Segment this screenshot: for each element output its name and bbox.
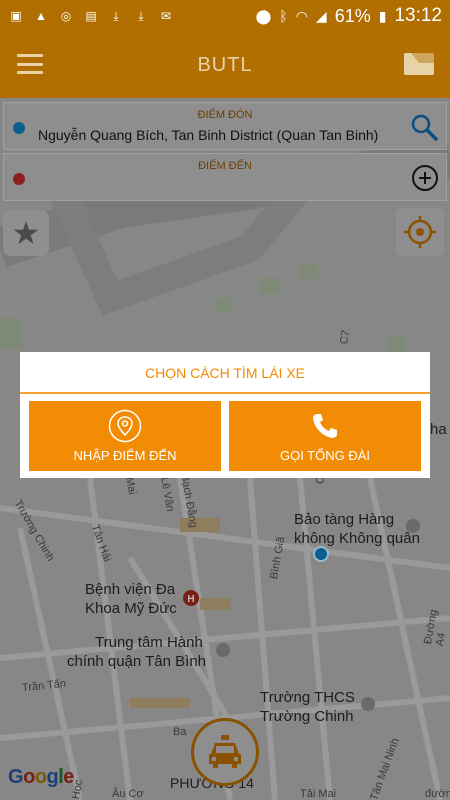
notification-icons: ▣ ▲ ◎ ▤ ⤓ ⤓ ✉ xyxy=(8,8,174,24)
map-label-cutoff: ha xyxy=(430,421,447,438)
pickup-address[interactable]: Nguyễn Quang Bích, Tan Binh District (Qu… xyxy=(38,127,378,143)
svg-text:H: H xyxy=(187,594,194,605)
battery-percent: 61% xyxy=(334,5,371,26)
location-icon: ⬤ xyxy=(255,7,272,24)
street-label: Đường A4 xyxy=(422,608,448,648)
taxi-icon xyxy=(209,735,241,768)
enter-destination-button[interactable]: NHẬP ĐIỂM ĐẾN xyxy=(29,401,221,471)
street-label: C7 xyxy=(338,329,353,346)
taxi-button[interactable] xyxy=(191,718,259,786)
street-label: Tải Mai xyxy=(300,788,337,800)
destination-field[interactable]: ĐIỂM ĐẾN xyxy=(3,153,447,201)
app-icon: ▤ xyxy=(85,9,97,23)
street-label: Ba xyxy=(173,726,187,738)
call-center-button[interactable]: GỌI TỔNG ĐÀI xyxy=(229,401,421,471)
enter-destination-label: NHẬP ĐIỂM ĐẾN xyxy=(73,448,177,463)
map-poi-admin-center: Trung tâm Hành chính quận Tân Bình xyxy=(67,634,206,670)
wifi-icon: ◠ xyxy=(295,7,308,24)
call-center-label: GỌI TỔNG ĐÀI xyxy=(279,448,371,463)
status-time: 13:12 xyxy=(394,5,442,26)
signal-icon: ◢ xyxy=(315,7,327,24)
battery-icon: ▮ xyxy=(378,7,387,24)
system-icons: ⬤ ᛒ ◠ ◢ 61% ▮ 13:12 xyxy=(256,5,442,27)
location-pin-icon xyxy=(108,409,142,443)
pickup-label: ĐIỂM ĐÓN xyxy=(197,109,253,121)
destination-label: ĐIỂM ĐẾN xyxy=(198,160,252,172)
phone-icon xyxy=(313,414,337,438)
locate-button[interactable] xyxy=(396,208,444,256)
pickup-dot-icon xyxy=(13,122,25,134)
dialog-title: CHỌN CÁCH TÌM LÁI XE xyxy=(20,352,430,394)
search-icon[interactable] xyxy=(410,113,438,141)
pickup-field[interactable]: ĐIỂM ĐÓN Nguyễn Quang Bích, Tan Binh Dis… xyxy=(3,102,447,150)
crosshair-icon xyxy=(404,216,436,248)
map-poi-school: Trường THCS Trường Chinh xyxy=(260,689,355,725)
sync-icon: ◎ xyxy=(60,9,72,23)
destination-dot-icon xyxy=(13,173,25,185)
map-poi-museum: Bảo tàng Hàng không Không quân xyxy=(294,511,420,547)
map-poi-hospital: Bệnh viện Đa Khoa Mỹ Đức xyxy=(85,581,177,617)
star-icon[interactable]: ★ xyxy=(3,210,49,256)
bluetooth-icon: ᛒ xyxy=(279,8,288,24)
app-title: BUTL xyxy=(197,54,253,76)
current-location-marker xyxy=(313,546,329,562)
app-bar: BUTL xyxy=(0,32,450,98)
briefcase-icon: ✉ xyxy=(160,9,172,23)
download-icon: ⤓ xyxy=(113,8,119,23)
image-icon: ▲ xyxy=(35,9,47,23)
gallery-icon: ▣ xyxy=(10,9,22,23)
google-logo: Google xyxy=(8,766,74,788)
street-label: đường xyxy=(425,788,450,800)
download-icon: ⤓ xyxy=(138,8,144,23)
status-bar: ▣ ▲ ◎ ▤ ⤓ ⤓ ✉ ⬤ ᛒ ◠ ◢ 61% ▮ 13:12 xyxy=(0,0,450,32)
mail-icon[interactable] xyxy=(404,53,434,75)
street-label: Âu Cơ xyxy=(112,788,144,800)
find-driver-dialog: CHỌN CÁCH TÌM LÁI XE NHẬP ĐIỂM ĐẾN GỌI T… xyxy=(20,352,430,478)
add-icon[interactable] xyxy=(412,165,438,191)
